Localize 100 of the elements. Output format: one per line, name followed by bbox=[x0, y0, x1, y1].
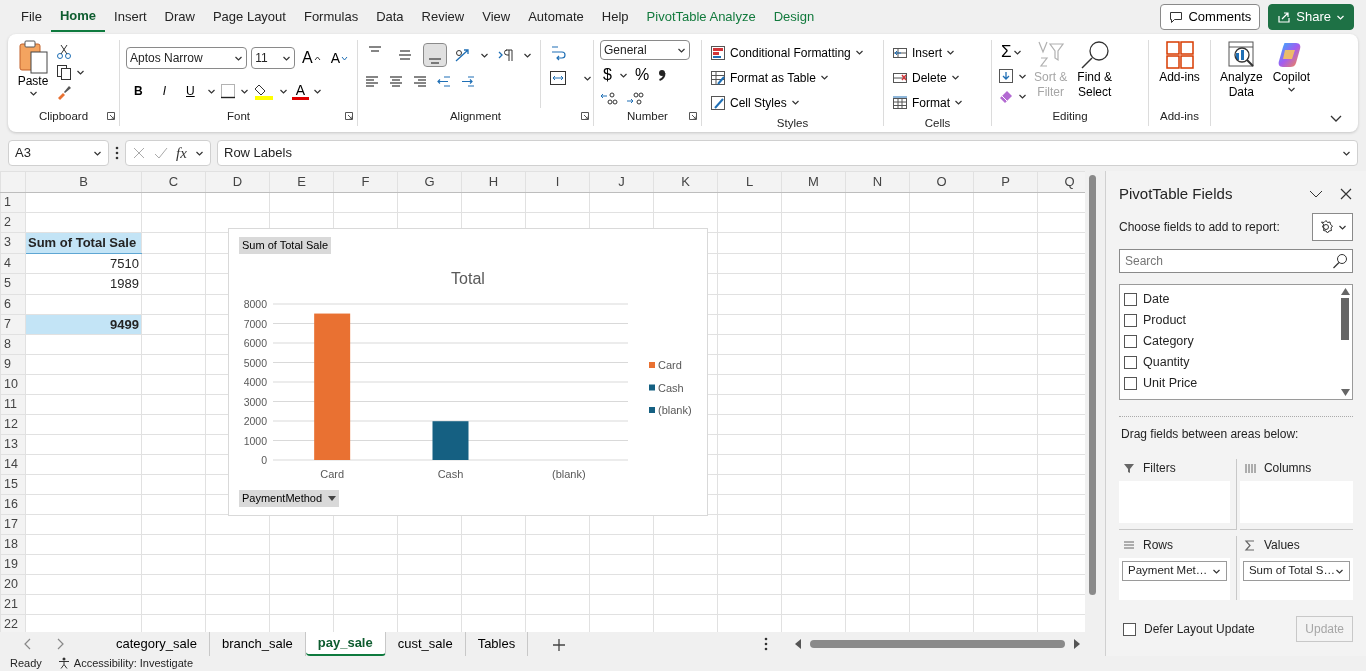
dialog-launcher-icon[interactable] bbox=[689, 112, 697, 120]
row-header[interactable]: 13 bbox=[0, 434, 26, 455]
fill-down-icon[interactable] bbox=[998, 68, 1014, 84]
checkbox[interactable] bbox=[1124, 314, 1137, 327]
sheet-tab[interactable]: pay_sale bbox=[305, 632, 386, 656]
row-header[interactable]: 19 bbox=[0, 554, 26, 575]
row-header[interactable]: 3 bbox=[0, 232, 26, 253]
row-header[interactable]: 8 bbox=[0, 334, 26, 355]
checkbox[interactable] bbox=[1124, 377, 1137, 390]
font-size-dropdown[interactable]: 11 bbox=[251, 47, 295, 69]
ribbon-app-button[interactable]: Copilot bbox=[1269, 40, 1314, 126]
next-sheet-icon[interactable] bbox=[56, 638, 64, 650]
sheet-tab[interactable]: branch_sale bbox=[209, 632, 306, 656]
row-header[interactable]: 18 bbox=[0, 534, 26, 555]
field-label[interactable]: Category bbox=[1143, 332, 1194, 351]
font-name-dropdown[interactable]: Aptos Narrow bbox=[126, 47, 248, 69]
cells-menu-button[interactable]: Delete bbox=[890, 65, 985, 90]
menu-tab[interactable]: Data bbox=[367, 3, 413, 31]
style-menu-button[interactable]: Format as Table bbox=[708, 65, 877, 90]
fill-color-icon[interactable] bbox=[252, 82, 275, 100]
drop-area[interactable]: Sum of Total S… bbox=[1239, 558, 1353, 600]
pivot-value-cell[interactable]: 1989 bbox=[25, 273, 142, 294]
wrap-text-icon[interactable] bbox=[549, 44, 567, 62]
column-header[interactable]: J bbox=[589, 171, 654, 193]
menu-tab[interactable]: Draw bbox=[155, 3, 204, 31]
check-icon[interactable] bbox=[154, 146, 168, 160]
checkbox[interactable] bbox=[1124, 335, 1137, 348]
status-text[interactable]: Accessibility: Investigate bbox=[73, 656, 193, 670]
merge-center-icon[interactable] bbox=[549, 70, 567, 86]
drop-area[interactable]: Payment Met… bbox=[1119, 558, 1230, 600]
menu-tab[interactable]: Formulas bbox=[294, 3, 368, 31]
autosum-button[interactable]: Σ bbox=[998, 40, 1027, 64]
sheet-tab[interactable]: category_sale bbox=[104, 632, 210, 656]
row-header[interactable]: 4 bbox=[0, 253, 26, 274]
underline-button[interactable]: U bbox=[178, 80, 203, 102]
number-format-dropdown[interactable]: General bbox=[600, 40, 690, 60]
field-chip[interactable]: Payment Met… bbox=[1122, 561, 1227, 581]
column-header[interactable]: H bbox=[461, 171, 526, 193]
currency-button[interactable]: $ bbox=[600, 61, 615, 89]
column-header[interactable]: N bbox=[845, 171, 910, 193]
field-label[interactable]: Unit Price bbox=[1143, 374, 1198, 393]
field-label[interactable]: Quantity bbox=[1143, 353, 1190, 372]
increase-decimal-icon[interactable] bbox=[600, 90, 618, 106]
row-header[interactable]: 1 bbox=[0, 192, 26, 213]
sheet-tab[interactable]: Tables bbox=[465, 632, 529, 656]
style-menu-button[interactable]: Cell Styles bbox=[708, 90, 877, 115]
align-right-icon[interactable] bbox=[412, 74, 428, 90]
menu-tab[interactable]: View bbox=[473, 3, 520, 31]
row-header[interactable]: 5 bbox=[0, 273, 26, 294]
horizontal-scrollbar[interactable] bbox=[810, 640, 1065, 648]
paste-button[interactable]: Paste bbox=[14, 40, 52, 108]
row-header[interactable]: 10 bbox=[0, 374, 26, 395]
increase-font-size-button[interactable]: A bbox=[299, 44, 324, 72]
vertical-scrollbar[interactable] bbox=[1088, 175, 1096, 595]
menu-tab[interactable]: Help bbox=[592, 3, 638, 31]
row-header[interactable]: 9 bbox=[0, 354, 26, 375]
menu-tab[interactable]: Design bbox=[764, 3, 824, 31]
row-header[interactable]: 12 bbox=[0, 414, 26, 435]
menu-tab[interactable]: File bbox=[12, 3, 51, 31]
menu-tab[interactable]: PivotTable Analyze bbox=[637, 3, 765, 31]
eraser-icon[interactable] bbox=[998, 88, 1014, 104]
settings-button[interactable] bbox=[1312, 213, 1353, 241]
insert-function-button[interactable]: fx bbox=[176, 141, 187, 165]
column-header[interactable]: K bbox=[653, 171, 718, 193]
more-options-icon[interactable] bbox=[764, 637, 768, 651]
previous-sheet-icon[interactable] bbox=[24, 638, 32, 650]
paragraph-direction-icon[interactable] bbox=[497, 47, 515, 63]
row-header[interactable]: 15 bbox=[0, 474, 26, 495]
share-button[interactable]: Share bbox=[1268, 4, 1354, 30]
name-box[interactable]: A3 bbox=[8, 140, 109, 166]
add-sheet-icon[interactable] bbox=[552, 637, 567, 652]
row-header[interactable]: 7 bbox=[0, 314, 26, 335]
percent-button[interactable]: % bbox=[631, 61, 653, 89]
scroll-left-icon[interactable] bbox=[794, 639, 802, 649]
copy-icon[interactable] bbox=[56, 64, 72, 80]
checkbox[interactable] bbox=[1124, 293, 1137, 306]
column-header[interactable]: L bbox=[717, 171, 782, 193]
scroll-down-icon[interactable] bbox=[1340, 389, 1350, 396]
pivot-value-cell[interactable]: 7510 bbox=[25, 253, 142, 274]
borders-icon[interactable] bbox=[219, 83, 236, 99]
row-header[interactable]: 6 bbox=[0, 294, 26, 314]
dialog-launcher-icon[interactable] bbox=[345, 112, 353, 120]
orientation-icon[interactable] bbox=[454, 47, 472, 63]
increase-indent-icon[interactable] bbox=[460, 74, 476, 90]
value-field-button[interactable]: Sum of Total Sale bbox=[239, 237, 331, 254]
column-header[interactable]: D bbox=[205, 171, 270, 193]
axis-field-button[interactable]: PaymentMethod bbox=[239, 490, 340, 507]
align-center-icon[interactable] bbox=[388, 74, 404, 90]
style-menu-button[interactable]: Conditional Formatting bbox=[708, 40, 877, 65]
scroll-right-icon[interactable] bbox=[1073, 639, 1081, 649]
row-header[interactable]: 16 bbox=[0, 494, 26, 515]
decrease-decimal-icon[interactable] bbox=[626, 90, 644, 106]
align-left-icon[interactable] bbox=[364, 74, 380, 90]
row-header[interactable]: 20 bbox=[0, 574, 26, 595]
column-header[interactable]: E bbox=[269, 171, 334, 193]
find-select-button[interactable]: Find & Select bbox=[1074, 40, 1116, 108]
field-label[interactable]: Product bbox=[1143, 311, 1187, 330]
formula-field[interactable]: Row Labels bbox=[217, 140, 1358, 166]
checkbox[interactable] bbox=[1123, 622, 1136, 636]
column-header[interactable]: M bbox=[781, 171, 846, 193]
